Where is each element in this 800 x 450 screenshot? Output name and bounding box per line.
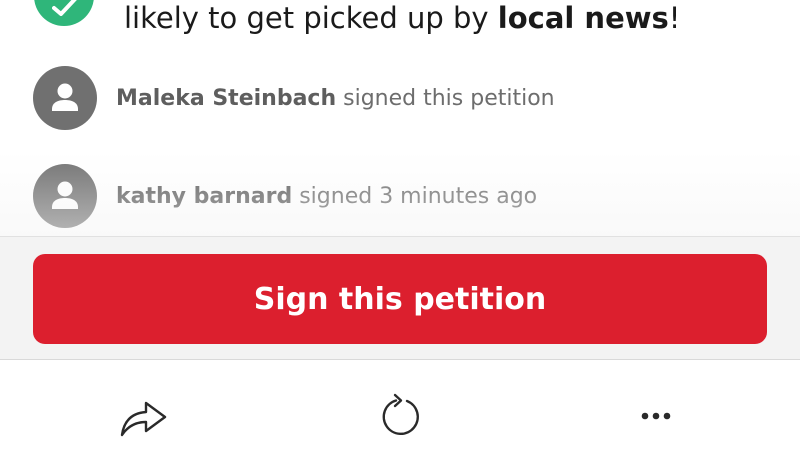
more-button[interactable]: [626, 391, 686, 441]
avatar: [33, 164, 97, 228]
share-button[interactable]: [114, 391, 174, 441]
browser-toolbar: [0, 361, 800, 450]
news-notice: likely to get picked up by local news!: [0, 0, 800, 56]
sign-bar: Sign this petition: [0, 236, 800, 360]
notice-text-end: !: [668, 1, 681, 35]
share-icon: [120, 401, 167, 437]
notice-text: likely to get picked up by local news!: [124, 0, 680, 38]
signer-name: kathy barnard: [116, 184, 293, 209]
signer-text: Maleka Steinbach signed this petition: [116, 84, 555, 114]
avatar: [33, 66, 97, 130]
signer-row: kathy barnard signed 3 minutes ago: [0, 164, 800, 234]
check-icon: [52, 0, 77, 16]
reload-icon: [382, 393, 419, 435]
signer-action: signed 3 minutes ago: [299, 184, 538, 209]
signer-row: Maleka Steinbach signed this petition: [0, 66, 800, 136]
person-icon: [52, 83, 78, 111]
notice-badge: [34, 0, 94, 26]
reload-button[interactable]: [370, 391, 430, 441]
signer-text: kathy barnard signed 3 minutes ago: [116, 182, 537, 212]
signer-name: Maleka Steinbach: [116, 86, 337, 111]
more-icon: [641, 412, 671, 420]
petition-page: likely to get picked up by local news! M…: [0, 0, 800, 450]
signer-action: signed this petition: [343, 86, 555, 111]
notice-text-plain: likely to get picked up by: [124, 1, 498, 35]
notice-text-bold: local news: [497, 1, 669, 35]
sign-petition-button[interactable]: Sign this petition: [33, 254, 767, 344]
person-icon: [52, 181, 78, 209]
